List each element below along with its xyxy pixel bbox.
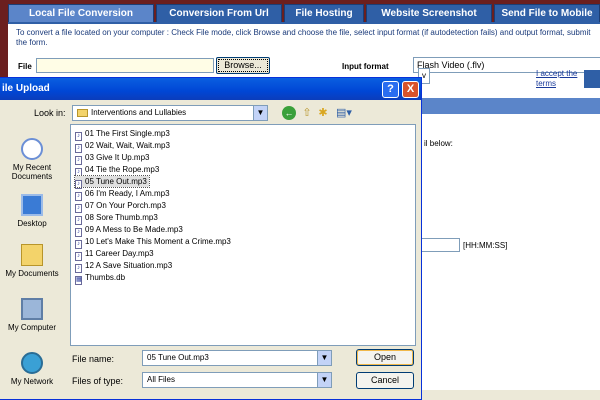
file-list[interactable]: ♪ 01 The First Single.mp3 ♪ 02 Wait, Wait,… <box>70 124 416 346</box>
list-item[interactable]: ♪ 03 Give It Up.mp3 <box>75 152 151 165</box>
chevron-down-icon[interactable]: ▼ <box>317 351 331 365</box>
list-item[interactable]: ▦ Thumbs.db <box>75 272 127 285</box>
file-name-label: File name: <box>72 354 115 364</box>
file-name: 02 Wait, Wait, Wait.mp3 <box>85 141 170 150</box>
file-name-input[interactable]: 05 Tune Out.mp3 ▼ <box>142 350 332 366</box>
list-item[interactable]: ♪ 10 Let's Make This Moment a Crime.mp3 <box>75 236 233 249</box>
list-item[interactable]: ♪ 09 A Mess to Be Made.mp3 <box>75 224 185 237</box>
file-label: File <box>18 62 32 71</box>
place-label: My Network <box>10 377 54 386</box>
file-name: 11 Career Day.mp3 <box>85 249 154 258</box>
look-in-select[interactable]: Interventions and Lullabies ▼ <box>72 105 268 121</box>
place-label: My Documents <box>5 269 59 278</box>
file-name: 12 A Save Situation.mp3 <box>85 261 173 270</box>
recent-documents-icon <box>21 138 43 160</box>
place-label: My Computer <box>7 323 56 332</box>
tab-file-hosting[interactable]: File Hosting <box>284 4 364 22</box>
file-type-label: Files of type: <box>72 376 124 386</box>
file-name: 05 Tune Out.mp3 <box>85 177 147 186</box>
folder-icon <box>77 109 88 117</box>
time-input[interactable] <box>420 238 460 252</box>
system-file-icon: ▦ <box>75 276 82 285</box>
intro-text: To convert a file located on your comput… <box>16 28 591 47</box>
chevron-down-icon[interactable]: ▼ <box>253 106 267 120</box>
my-computer-icon <box>21 298 43 320</box>
place-label: My Recent Documents <box>11 163 53 181</box>
tab-bar: Local File Conversion Conversion From Ur… <box>0 0 600 22</box>
file-name: 06 I'm Ready, I Am.mp3 <box>85 189 170 198</box>
file-type-select[interactable]: All Files ▼ <box>142 372 332 388</box>
list-item[interactable]: ♪ 02 Wait, Wait, Wait.mp3 <box>75 140 172 153</box>
accept-terms-link[interactable]: I accept the terms <box>536 69 582 89</box>
tab-website-screenshot[interactable]: Website Screenshot <box>366 4 492 22</box>
list-item[interactable]: ♪ 11 Career Day.mp3 <box>75 248 156 261</box>
back-icon[interactable]: ← <box>282 106 296 120</box>
place-my-computer[interactable]: My Computer <box>0 298 64 332</box>
submit-button[interactable] <box>584 70 600 88</box>
chevron-down-icon[interactable]: ▼ <box>317 373 331 387</box>
close-icon[interactable]: X <box>402 81 419 98</box>
place-desktop[interactable]: Desktop <box>0 194 64 228</box>
file-name: 01 The First Single.mp3 <box>85 129 170 138</box>
list-item[interactable]: ♪ 06 I'm Ready, I Am.mp3 <box>75 188 172 201</box>
look-in-label: Look in: <box>34 108 66 118</box>
tab-send-file-to-mobile[interactable]: Send File to Mobile <box>494 4 600 22</box>
file-upload-dialog: ile Upload ? X Look in: Interventions an… <box>0 77 422 400</box>
section-header-bar <box>418 98 600 114</box>
dialog-titlebar[interactable]: ile Upload <box>0 78 421 100</box>
help-icon[interactable]: ? <box>382 81 399 98</box>
look-in-value: Interventions and Lullabies <box>91 108 187 117</box>
list-item[interactable]: ♪ 01 The First Single.mp3 <box>75 128 172 141</box>
file-name: 10 Let's Make This Moment a Crime.mp3 <box>85 237 231 246</box>
file-name: 08 Sore Thumb.mp3 <box>85 213 158 222</box>
tab-conversion-from-url[interactable]: Conversion From Url <box>156 4 282 22</box>
open-button[interactable]: Open <box>356 349 414 366</box>
file-name: 07 On Your Porch.mp3 <box>85 201 166 210</box>
place-my-network[interactable]: My Network <box>0 352 64 386</box>
file-name: Thumbs.db <box>85 273 126 282</box>
list-item-selected[interactable]: ♪ 05 Tune Out.mp3 <box>74 175 150 189</box>
place-label: Desktop <box>17 219 47 228</box>
place-my-recent-documents[interactable]: My Recent Documents <box>0 138 64 181</box>
new-folder-icon[interactable]: ✱ <box>316 106 330 120</box>
dialog-title: ile Upload <box>2 83 50 94</box>
time-format-hint: [HH:MM:SS] <box>463 241 508 250</box>
my-documents-icon <box>21 244 43 266</box>
file-path-input[interactable] <box>36 58 214 73</box>
input-format-label: Input format <box>342 62 389 71</box>
list-item[interactable]: ♪ 08 Sore Thumb.mp3 <box>75 212 160 225</box>
tab-local-file-conversion[interactable]: Local File Conversion <box>8 4 154 22</box>
partial-instruction-text: il below: <box>424 139 453 148</box>
file-type-value: All Files <box>147 375 176 384</box>
views-menu-icon[interactable]: ▤▾ <box>334 106 354 120</box>
file-name: 04 Tie the Rope.mp3 <box>85 165 160 174</box>
file-name: 03 Give It Up.mp3 <box>85 153 150 162</box>
browse-button[interactable]: Browse... <box>216 57 270 74</box>
list-item[interactable]: ♪ 04 Tie the Rope.mp3 <box>75 164 161 177</box>
file-name-value: 05 Tune Out.mp3 <box>147 353 209 362</box>
my-network-icon <box>21 352 43 374</box>
cancel-button[interactable]: Cancel <box>356 372 414 389</box>
place-my-documents[interactable]: My Documents <box>0 244 64 278</box>
list-item[interactable]: ♪ 12 A Save Situation.mp3 <box>75 260 174 273</box>
list-item[interactable]: ♪ 07 On Your Porch.mp3 <box>75 200 168 213</box>
file-name: 09 A Mess to Be Made.mp3 <box>85 225 183 234</box>
places-bar: My Recent Documents Desktop My Documents… <box>0 128 64 398</box>
desktop-icon <box>21 194 43 216</box>
up-folder-icon[interactable]: ⇧ <box>300 106 314 120</box>
